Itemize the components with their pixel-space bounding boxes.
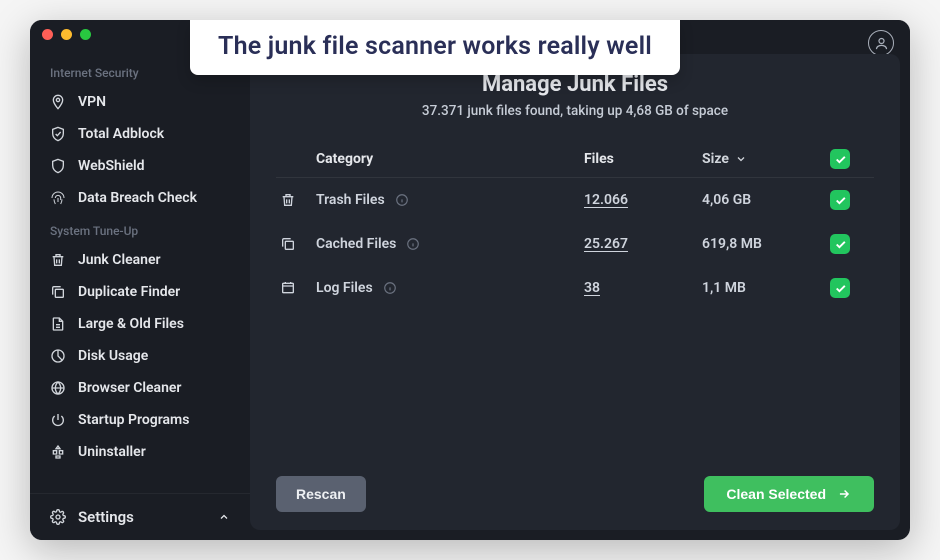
- app-window: The junk file scanner works really well …: [30, 20, 910, 540]
- sidebar-item-label: Startup Programs: [78, 412, 189, 428]
- row-checkbox[interactable]: [830, 278, 850, 298]
- category-name: Trash Files: [316, 192, 385, 208]
- page-title: Manage Junk Files: [276, 72, 874, 97]
- files-count-link[interactable]: 38: [584, 280, 694, 296]
- clean-selected-button[interactable]: Clean Selected: [704, 476, 874, 512]
- page-subtitle: 37.371 junk files found, taking up 4,68 …: [276, 103, 874, 119]
- sidebar-item-uninstaller[interactable]: Uninstaller: [30, 436, 248, 468]
- copy-icon: [50, 284, 66, 300]
- log-icon: [280, 280, 296, 296]
- chevron-up-icon: [218, 511, 230, 523]
- size-value: 1,1 MB: [702, 280, 822, 296]
- arrow-right-icon: [836, 487, 852, 501]
- sidebar-item-disk[interactable]: Disk Usage: [30, 340, 248, 372]
- clean-label: Clean Selected: [726, 486, 826, 502]
- check-icon: [834, 194, 847, 207]
- row-checkbox[interactable]: [830, 190, 850, 210]
- category-cell: Log Files: [316, 280, 576, 296]
- table-row: Log Files 38 1,1 MB: [276, 266, 874, 310]
- files-count-link[interactable]: 25.267: [584, 236, 694, 252]
- fingerprint-icon: [50, 190, 66, 206]
- close-icon[interactable]: [42, 29, 53, 40]
- maximize-icon[interactable]: [80, 29, 91, 40]
- map-pin-icon: [50, 94, 66, 110]
- pie-chart-icon: [50, 348, 66, 364]
- sidebar-item-duplicate[interactable]: Duplicate Finder: [30, 276, 248, 308]
- select-all-checkbox[interactable]: [830, 149, 850, 169]
- check-icon: [834, 282, 847, 295]
- footer: Rescan Clean Selected: [276, 462, 874, 512]
- sidebar-section-tuneup: System Tune-Up: [30, 214, 248, 244]
- files-count-link[interactable]: 12.066: [584, 192, 694, 208]
- sidebar-item-label: VPN: [78, 94, 106, 110]
- sidebar-item-startup[interactable]: Startup Programs: [30, 404, 248, 436]
- settings-button[interactable]: Settings: [30, 493, 250, 540]
- sidebar-item-breach[interactable]: Data Breach Check: [30, 182, 248, 214]
- size-value: 619,8 MB: [702, 236, 822, 252]
- col-size[interactable]: Size: [702, 151, 822, 167]
- col-files: Files: [584, 151, 694, 167]
- junk-table: Category Files Size Trash Files: [276, 141, 874, 310]
- profile-button[interactable]: [868, 30, 894, 56]
- settings-label: Settings: [78, 508, 134, 526]
- check-icon: [834, 238, 847, 251]
- chevron-down-icon: [735, 153, 747, 165]
- info-icon[interactable]: [395, 193, 409, 207]
- sidebar-item-label: Disk Usage: [78, 348, 148, 364]
- sidebar: Internet Security VPN Total Adblock WebS…: [30, 48, 250, 540]
- info-icon[interactable]: [406, 237, 420, 251]
- size-value: 4,06 GB: [702, 192, 822, 208]
- sidebar-item-label: Uninstaller: [78, 444, 146, 460]
- sidebar-item-label: Junk Cleaner: [78, 252, 161, 268]
- sidebar-item-junk[interactable]: Junk Cleaner: [30, 244, 248, 276]
- sidebar-item-browser[interactable]: Browser Cleaner: [30, 372, 248, 404]
- gear-icon: [50, 509, 66, 525]
- col-category: Category: [316, 151, 576, 167]
- sidebar-item-large[interactable]: Large & Old Files: [30, 308, 248, 340]
- sidebar-item-label: Large & Old Files: [78, 316, 184, 332]
- category-name: Log Files: [316, 280, 373, 296]
- power-icon: [50, 412, 66, 428]
- sidebar-item-webshield[interactable]: WebShield: [30, 150, 248, 182]
- table-row: Cached Files 25.267 619,8 MB: [276, 222, 874, 266]
- user-icon: [874, 36, 889, 51]
- sidebar-item-label: Total Adblock: [78, 126, 164, 142]
- shield-icon: [50, 158, 66, 174]
- shield-check-icon: [50, 126, 66, 142]
- sidebar-item-vpn[interactable]: VPN: [30, 86, 248, 118]
- globe-icon: [50, 380, 66, 396]
- sidebar-item-label: WebShield: [78, 158, 145, 174]
- file-icon: [50, 316, 66, 332]
- category-cell: Trash Files: [316, 192, 576, 208]
- trash-icon: [280, 192, 296, 208]
- check-icon: [834, 153, 847, 166]
- apps-icon: [50, 444, 66, 460]
- minimize-icon[interactable]: [61, 29, 72, 40]
- trash-icon: [50, 252, 66, 268]
- sidebar-item-label: Duplicate Finder: [78, 284, 180, 300]
- info-icon[interactable]: [383, 281, 397, 295]
- row-checkbox[interactable]: [830, 234, 850, 254]
- sidebar-item-adblock[interactable]: Total Adblock: [30, 118, 248, 150]
- review-callout: The junk file scanner works really well: [190, 20, 680, 75]
- category-cell: Cached Files: [316, 236, 576, 252]
- main-panel: Manage Junk Files 37.371 junk files foun…: [250, 54, 900, 530]
- category-name: Cached Files: [316, 236, 396, 252]
- table-header: Category Files Size: [276, 141, 874, 178]
- sidebar-item-label: Browser Cleaner: [78, 380, 181, 396]
- rescan-button[interactable]: Rescan: [276, 476, 366, 512]
- sidebar-item-label: Data Breach Check: [78, 190, 197, 206]
- table-row: Trash Files 12.066 4,06 GB: [276, 178, 874, 222]
- traffic-lights: [42, 29, 91, 40]
- cache-icon: [280, 236, 296, 252]
